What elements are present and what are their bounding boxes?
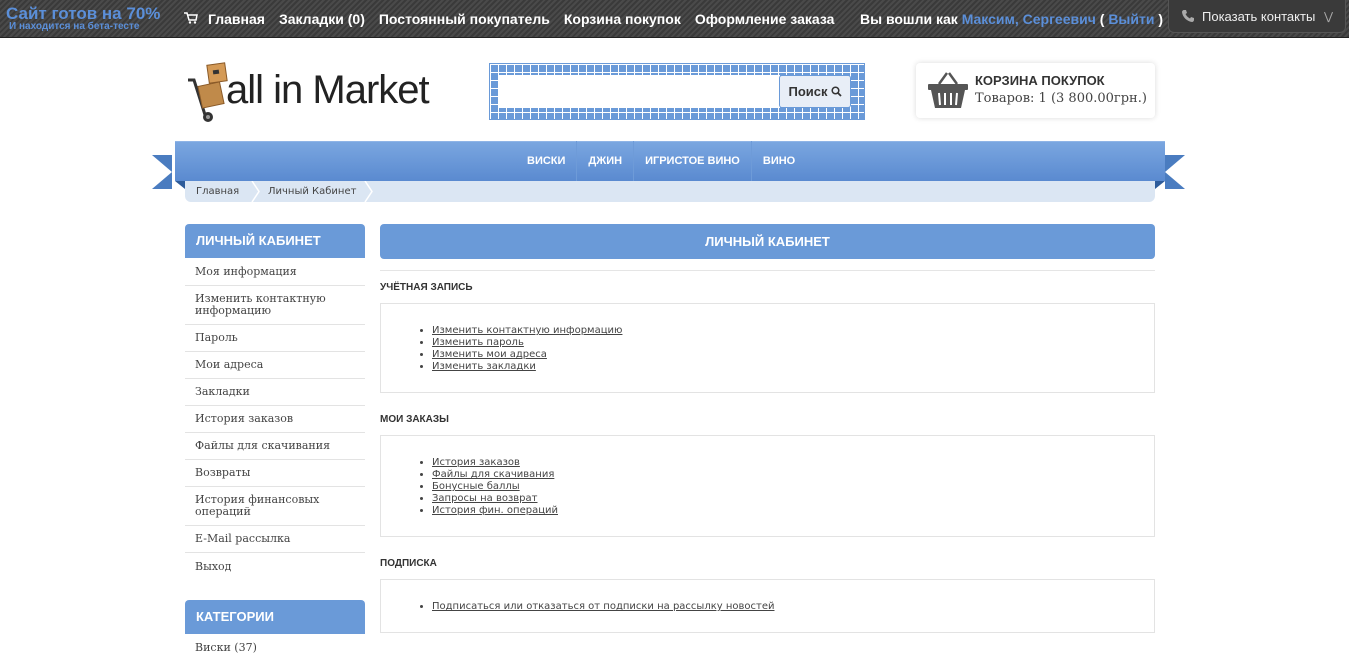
top-bar: Сайт готов на 70% И находится на бета-те… (0, 0, 1349, 38)
list-item: Изменить мои адреса (432, 349, 1154, 361)
chevron-down-icon: ⋁ (1323, 11, 1333, 23)
list-item: Подписаться или отказаться от подписки н… (432, 601, 1154, 613)
paren-close: ) (1158, 11, 1164, 27)
menu-item-wine[interactable]: ВИНО (750, 141, 806, 181)
top-nav-cart[interactable]: Корзина покупок (564, 11, 681, 27)
ribbon-fold-right (1155, 181, 1165, 189)
link-edit-addresses[interactable]: Изменить мои адреса (432, 349, 547, 360)
menu-item-sparkling-wine[interactable]: ИГРИСТОЕ ВИНО (633, 141, 751, 181)
beta-notice-subtitle: И находится на бета-тесте (9, 21, 140, 32)
menu-item-gin[interactable]: ДЖИН (576, 141, 633, 181)
list-item: Файлы для скачивания (432, 469, 1154, 481)
show-contacts-label: Показать контакты (1202, 8, 1316, 24)
list-item: Изменить контактную информацию (432, 325, 1154, 337)
logout-link[interactable]: Выйти (1108, 11, 1154, 27)
cart-icon[interactable] (184, 12, 198, 24)
section-account: Изменить контактную информацию Изменить … (380, 303, 1155, 393)
show-contacts-button[interactable]: Показать контакты ⋁ (1168, 0, 1346, 33)
sidebar-account-list: Моя информация Изменить контактную инфор… (185, 259, 365, 580)
list-item: Изменить пароль (432, 337, 1154, 349)
top-nav: Главная Закладки (0) Постоянный покупате… (208, 11, 834, 27)
ribbon-left (152, 155, 172, 189)
section-title-subscription: ПОДПИСКА (380, 558, 437, 569)
login-info: Вы вошли как Максим, Сергеевич ( Выйти ) (860, 11, 1163, 27)
ribbon-fold-left (175, 181, 185, 189)
sidebar-category-whisky[interactable]: Виски (37) (185, 641, 365, 653)
top-nav-regular-customer[interactable]: Постоянный покупатель (379, 11, 550, 27)
sidebar-item-addresses[interactable]: Мои адреса (185, 352, 365, 379)
search-button[interactable]: Поиск (779, 75, 851, 108)
section-orders: История заказов Файлы для скачивания Бон… (380, 435, 1155, 537)
link-return-requests[interactable]: Запросы на возврат (432, 493, 537, 504)
sidebar-item-password[interactable]: Пароль (185, 325, 365, 352)
sidebar-account-title: ЛИЧНЫЙ КАБИНЕТ (185, 224, 365, 258)
ribbon-right (1165, 155, 1185, 189)
list-item: Запросы на возврат (432, 493, 1154, 505)
list-item: Изменить закладки (432, 361, 1154, 373)
section-title-orders: МОИ ЗАКАЗЫ (380, 414, 449, 425)
search-button-label: Поиск (788, 84, 828, 99)
top-nav-bookmarks[interactable]: Закладки (0) (279, 11, 365, 27)
breadcrumb-separator-icon (251, 181, 260, 202)
link-edit-contacts[interactable]: Изменить контактную информацию (432, 325, 622, 336)
link-downloads[interactable]: Файлы для скачивания (432, 469, 554, 480)
breadcrumb: Главная Личный Кабинет (185, 181, 1155, 202)
link-edit-bookmarks[interactable]: Изменить закладки (432, 361, 536, 372)
list-item: История фин. операций (432, 505, 1154, 517)
sidebar-item-bookmarks[interactable]: Закладки (185, 379, 365, 406)
menu-item-whisky[interactable]: ВИСКИ (516, 141, 576, 181)
sidebar-item-logout[interactable]: Выход (185, 553, 365, 580)
link-bonus-points[interactable]: Бонусные баллы (432, 481, 520, 492)
top-nav-home[interactable]: Главная (208, 11, 265, 27)
breadcrumb-separator-icon (364, 181, 373, 202)
logo-text[interactable]: all in Market (226, 66, 430, 114)
link-transactions[interactable]: История фин. операций (432, 505, 558, 516)
section-subscription: Подписаться или отказаться от подписки н… (380, 579, 1155, 633)
breadcrumb-home[interactable]: Главная (196, 186, 239, 197)
sidebar-item-edit-contacts[interactable]: Изменить контактную информацию (185, 286, 365, 325)
login-prefix: Вы вошли как (860, 11, 958, 27)
user-name-link[interactable]: Максим, Сергеевич (962, 11, 1096, 27)
basket-icon (928, 72, 968, 108)
section-title-account: УЧЁТНАЯ ЗАПИСЬ (380, 282, 473, 293)
paren-open: ( (1099, 11, 1105, 27)
link-newsletter-subscribe[interactable]: Подписаться или отказаться от подписки н… (432, 601, 775, 612)
sidebar-item-newsletter[interactable]: E-Mail рассылка (185, 526, 365, 553)
main-menu: ВИСКИ ДЖИН ИГРИСТОЕ ВИНО ВИНО (516, 141, 806, 181)
sidebar-item-my-info[interactable]: Моя информация (185, 259, 365, 286)
list-item: Бонусные баллы (432, 481, 1154, 493)
phone-icon (1182, 10, 1194, 22)
breadcrumb-account[interactable]: Личный Кабинет (268, 186, 356, 197)
cart-summary: Товаров: 1 (3 800.00грн.) (975, 91, 1147, 106)
sidebar-item-downloads[interactable]: Файлы для скачивания (185, 433, 365, 460)
link-edit-password[interactable]: Изменить пароль (432, 337, 524, 348)
search-icon (830, 86, 842, 97)
link-order-history[interactable]: История заказов (432, 457, 520, 468)
sidebar-item-transactions[interactable]: История финансовых операций (185, 487, 365, 526)
divider (380, 270, 1155, 271)
top-nav-checkout[interactable]: Оформление заказа (695, 11, 835, 27)
cart-title: КОРЗИНА ПОКУПОК (975, 73, 1105, 88)
search-input[interactable] (498, 75, 780, 108)
sidebar-item-order-history[interactable]: История заказов (185, 406, 365, 433)
sidebar-categories-title: КАТЕГОРИИ (185, 600, 365, 634)
page-title: ЛИЧНЫЙ КАБИНЕТ (380, 224, 1155, 259)
list-item: История заказов (432, 457, 1154, 469)
sidebar-item-returns[interactable]: Возвраты (185, 460, 365, 487)
